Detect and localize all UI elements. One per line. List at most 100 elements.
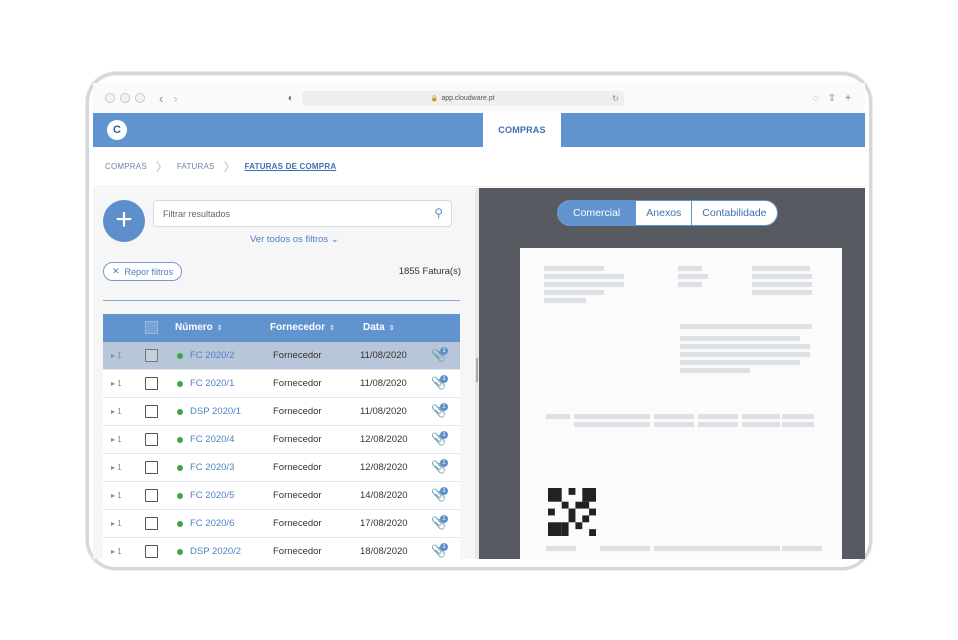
reload-icon[interactable]: ↻ (612, 94, 619, 103)
viewer-tabs: Comercial Anexos Contabilidade (557, 200, 778, 226)
row-checkbox[interactable] (145, 377, 158, 390)
row-checkbox[interactable] (145, 517, 158, 530)
breadcrumb: COMPRAS 〉 FATURAS 〉 FATURAS DE COMPRA (93, 147, 865, 187)
search-icon[interactable]: ⚲ (434, 206, 443, 220)
document-text-placeholder (654, 422, 694, 427)
document-text-placeholder (574, 414, 650, 419)
row-checkbox[interactable] (145, 545, 158, 558)
table-row[interactable]: ▸ 1 FC 2020/5 Fornecedor 14/08/2020 📎 1 (103, 482, 460, 510)
breadcrumb-compras[interactable]: COMPRAS (105, 162, 147, 171)
qr-code-icon (548, 488, 596, 536)
tab-contabilidade[interactable]: Contabilidade (692, 201, 776, 225)
app-header: C COMPRAS (93, 113, 865, 147)
row-checkbox[interactable] (145, 405, 158, 418)
column-fornecedor-label: Fornecedor (270, 322, 326, 333)
app-logo[interactable]: C (107, 120, 127, 140)
invoice-number-link[interactable]: FC 2020/4 (190, 434, 234, 445)
table-row[interactable]: ▸ 1 DSP 2020/1 Fornecedor 11/08/2020 📎 1 (103, 398, 460, 426)
expand-row-icon[interactable]: ▸ 1 (111, 463, 122, 472)
column-numero-label: Número (175, 322, 213, 333)
tab-anexos[interactable]: Anexos (636, 201, 693, 225)
document-text-placeholder (698, 414, 738, 419)
document-text-placeholder (752, 266, 810, 271)
expand-row-icon[interactable]: ▸ 1 (111, 547, 122, 556)
table-row[interactable]: ▸ 1 DSP 2020/2 Fornecedor 18/08/2020 📎 1 (103, 538, 460, 559)
zoom-window-button[interactable] (135, 93, 145, 103)
breadcrumb-faturas-de-compra[interactable]: FATURAS DE COMPRA (245, 162, 337, 171)
document-text-placeholder (782, 422, 814, 427)
document-text-placeholder (782, 546, 822, 551)
status-dot-icon (177, 381, 183, 387)
column-numero[interactable]: Número ⇕ (175, 322, 223, 333)
invoice-number-link[interactable]: FC 2020/2 (190, 350, 234, 361)
row-checkbox[interactable] (145, 433, 158, 446)
close-window-button[interactable] (105, 93, 115, 103)
table-row[interactable]: ▸ 1 FC 2020/4 Fornecedor 12/08/2020 📎 1 (103, 426, 460, 454)
document-text-placeholder (544, 282, 624, 287)
download-icon[interactable]: ◌ (813, 93, 819, 104)
invoice-number-link[interactable]: DSP 2020/2 (190, 546, 241, 557)
privacy-shield-icon[interactable]: ◐ (288, 93, 294, 104)
filter-input[interactable]: Filtrar resultados ⚲ (153, 200, 452, 227)
share-icon[interactable]: ⇧ (828, 93, 836, 104)
expand-row-icon[interactable]: ▸ 1 (111, 491, 122, 500)
address-bar[interactable]: 🔒 app.cloudware.pt ↻ (301, 90, 624, 106)
attachment-count-badge: 1 (440, 515, 448, 523)
expand-row-icon[interactable]: ▸ 1 (111, 407, 122, 416)
document-text-placeholder (544, 274, 624, 279)
forward-icon[interactable]: › (173, 91, 177, 106)
table-row[interactable]: ▸ 1 FC 2020/1 Fornecedor 11/08/2020 📎 1 (103, 370, 460, 398)
expand-row-icon[interactable]: ▸ 1 (111, 435, 122, 444)
reset-filters-button[interactable]: ✕ Repor filtros (103, 262, 183, 281)
document-text-placeholder (680, 336, 800, 341)
table-row[interactable]: ▸ 1 FC 2020/3 Fornecedor 12/08/2020 📎 1 (103, 454, 460, 482)
date-cell: 18/08/2020 (360, 546, 408, 557)
table-row[interactable]: ▸ 1 FC 2020/2 Fornecedor 11/08/2020 📎 1 (103, 342, 460, 370)
row-checkbox[interactable] (145, 489, 158, 502)
table-row[interactable]: ▸ 1 FC 2020/6 Fornecedor 17/08/2020 📎 1 (103, 510, 460, 538)
expand-row-icon[interactable]: ▸ 1 (111, 351, 122, 360)
sort-icon: ⇕ (216, 325, 223, 332)
tab-comercial[interactable]: Comercial (558, 201, 637, 225)
column-fornecedor[interactable]: Fornecedor ⇕ (270, 322, 335, 333)
select-all-checkbox[interactable] (145, 321, 158, 334)
filter-placeholder: Filtrar resultados (163, 208, 231, 219)
document-text-placeholder (752, 290, 812, 295)
supplier-cell: Fornecedor (273, 546, 322, 557)
expand-row-icon[interactable]: ▸ 1 (111, 379, 122, 388)
invoice-number-link[interactable]: FC 2020/1 (190, 378, 234, 389)
grip-icon (476, 358, 478, 382)
minimize-window-button[interactable] (120, 93, 130, 103)
chevron-down-icon: ⌄ (330, 234, 339, 245)
supplier-cell: Fornecedor (273, 434, 322, 445)
all-filters-label: Ver todos os filtros (250, 234, 329, 245)
column-data[interactable]: Data ⇕ (363, 322, 395, 333)
sort-icon: ⇕ (329, 325, 335, 332)
date-cell: 11/08/2020 (360, 378, 407, 389)
document-text-placeholder (782, 414, 814, 419)
status-dot-icon (177, 409, 183, 415)
new-tab-icon[interactable]: + (845, 93, 851, 104)
invoice-number-link[interactable]: FC 2020/6 (190, 518, 234, 529)
window-controls (105, 93, 145, 103)
expand-row-icon[interactable]: ▸ 1 (111, 519, 122, 528)
all-filters-link[interactable]: Ver todos os filtros ⌄ (250, 234, 339, 245)
attachment-count-badge: 1 (440, 375, 448, 383)
attachment-count-badge: 1 (440, 459, 448, 467)
invoice-number-link[interactable]: FC 2020/3 (190, 462, 234, 473)
tab-compras[interactable]: COMPRAS (483, 113, 561, 147)
attachment-count-badge: 1 (440, 347, 448, 355)
url-text: app.cloudware.pt (441, 94, 495, 102)
row-checkbox[interactable] (145, 461, 158, 474)
back-icon[interactable]: ‹ (159, 91, 163, 106)
document-text-placeholder (574, 422, 650, 427)
breadcrumb-faturas[interactable]: FATURAS (177, 162, 215, 171)
row-checkbox[interactable] (145, 349, 158, 362)
add-invoice-button[interactable]: + (103, 200, 145, 242)
browser-toolbar: ‹ › ◐ 🔒 app.cloudware.pt ↻ ◌ ⇧ + (93, 83, 865, 113)
tablet-screen: ‹ › ◐ 🔒 app.cloudware.pt ↻ ◌ ⇧ + C COMPR… (93, 83, 865, 559)
invoice-number-link[interactable]: FC 2020/5 (190, 490, 234, 501)
date-cell: 11/08/2020 (360, 406, 407, 417)
history-navigation: ‹ › (159, 91, 178, 106)
invoice-number-link[interactable]: DSP 2020/1 (190, 406, 241, 417)
